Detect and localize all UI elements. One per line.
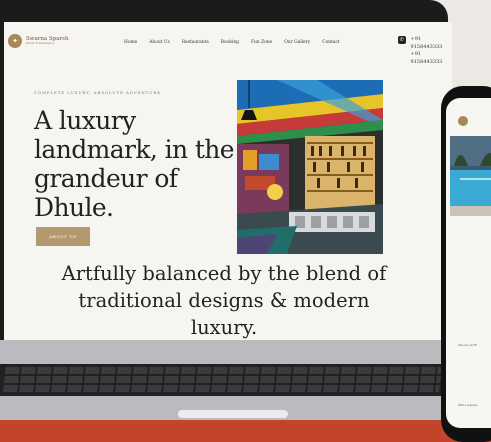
site-logo[interactable]: ✦ Swarna Sparsh Hotel & Residency xyxy=(8,34,69,48)
phone-number-2[interactable]: +91 9158443333 xyxy=(411,51,452,66)
phone-number-1[interactable]: +91 9158443333 xyxy=(411,36,452,51)
nav-home[interactable]: Home xyxy=(124,40,137,45)
nav-fun-zone[interactable]: Fun Zone xyxy=(251,40,272,45)
nav-booking[interactable]: Booking xyxy=(221,40,239,45)
phone-pool-image xyxy=(450,136,491,216)
laptop-trackpad xyxy=(178,410,288,418)
nav-restaurants[interactable]: Restaurants xyxy=(182,40,209,45)
about-us-button[interactable]: ABOUT US xyxy=(36,227,90,246)
phone-logo-icon xyxy=(458,116,468,126)
laptop-screen: ✦ Swarna Sparsh Hotel & Residency Home A… xyxy=(4,22,452,342)
restaurant-bar-image xyxy=(237,80,383,254)
laptop-keyboard xyxy=(0,364,449,396)
phone-text-2: With a capacity xyxy=(458,404,478,407)
hero-eyebrow: COMPLETE LUXURY, ABSOLUTE ADVENTURE xyxy=(34,90,162,95)
nav-gallery[interactable]: Our Gallery xyxy=(284,40,310,45)
nav-contact[interactable]: Contact xyxy=(322,40,339,45)
site-header: ✦ Swarna Sparsh Hotel & Residency Home A… xyxy=(4,22,452,66)
main-nav: Home About Us Restaurants Booking Fun Zo… xyxy=(124,40,340,45)
contact-phones: ✆ +91 9158443333 +91 9158443333 xyxy=(398,36,452,66)
phone-text-1: Give me our Ri xyxy=(458,344,477,347)
logo-emblem-icon: ✦ xyxy=(8,34,22,48)
nav-about[interactable]: About Us xyxy=(149,40,170,45)
hero-tagline: Artfully balanced by the blend of tradit… xyxy=(61,262,387,339)
logo-subtitle: Hotel & Residency xyxy=(26,41,55,46)
logo-text: Swarna Sparsh Hotel & Residency xyxy=(26,36,69,45)
phone-screen: Give me our Ri With a capacity xyxy=(446,98,491,428)
hero-headline: A luxury landmark, in the grandeur of Dh… xyxy=(34,106,235,222)
desk-surface xyxy=(0,418,491,442)
phone-icon: ✆ xyxy=(398,36,406,44)
